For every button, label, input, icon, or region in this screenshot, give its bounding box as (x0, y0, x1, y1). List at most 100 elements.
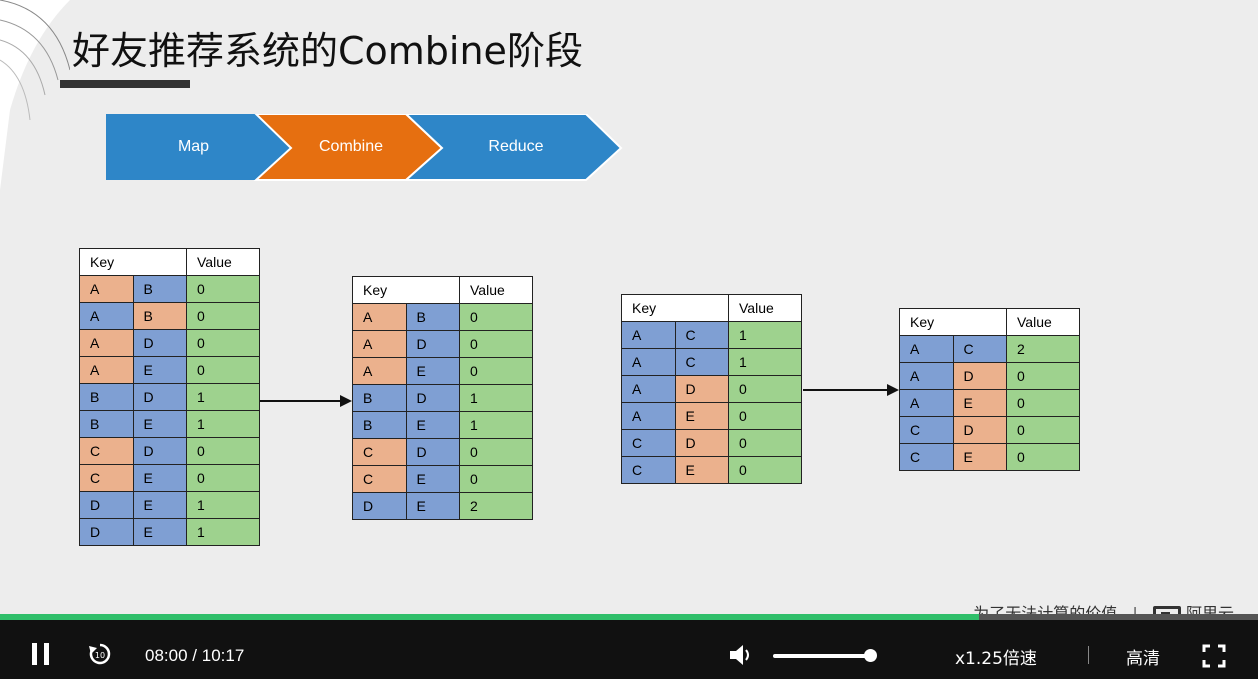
table-header-row: Key Value (899, 308, 1080, 336)
table-row: AB0 (79, 302, 260, 330)
value-cell: 0 (728, 402, 802, 430)
table-row: BD1 (79, 383, 260, 411)
table-row: BE1 (352, 411, 533, 439)
key-part-2: D (132, 437, 187, 465)
quality-button[interactable]: 高清 (1126, 644, 1160, 669)
table-row: AB0 (79, 275, 260, 303)
key-part-2: E (132, 491, 187, 519)
table-row: AE0 (899, 389, 1080, 417)
table-row: AD0 (899, 362, 1080, 390)
key-part-1: C (621, 456, 676, 484)
key-part-1: A (352, 357, 407, 385)
key-part-1: A (79, 356, 134, 384)
title-underline (60, 80, 190, 88)
value-cell: 0 (186, 437, 260, 465)
key-part-1: C (79, 464, 134, 492)
value-cell: 1 (186, 491, 260, 519)
divider (1088, 646, 1089, 664)
key-part-1: A (79, 275, 134, 303)
current-time: 08:00 (145, 646, 188, 665)
key-part-1: A (79, 329, 134, 357)
key-part-1: A (621, 321, 676, 349)
table-row: AB0 (352, 303, 533, 331)
slide: 好友推荐系统的Combine阶段 Map Combine Reduce Key V… (0, 0, 1258, 614)
key-part-2: E (952, 389, 1007, 417)
header-key: Key (79, 248, 187, 276)
key-part-2: E (132, 464, 187, 492)
volume-icon[interactable] (728, 643, 754, 667)
table-row: CD0 (79, 437, 260, 465)
value-cell: 0 (459, 303, 533, 331)
key-part-2: E (132, 410, 187, 438)
value-cell: 0 (186, 464, 260, 492)
key-part-1: D (79, 491, 134, 519)
playback-speed-button[interactable]: x1.25倍速 (955, 644, 1037, 669)
table-row: CE0 (352, 465, 533, 493)
value-cell: 1 (728, 348, 802, 376)
map-output-table: Key Value A B 0 A B 0 A D 0 A E 0 B D 1 B E 1 C D 0 C E 0 D E 1 D E 1 (79, 248, 260, 546)
table-row: CD0 (621, 429, 802, 457)
key-part-2: E (405, 465, 460, 493)
key-part-1: B (79, 383, 134, 411)
key-part-1: C (621, 429, 676, 457)
table-row: BE1 (79, 410, 260, 438)
key-part-2: E (132, 356, 187, 384)
value-cell: 1 (186, 383, 260, 411)
header-value: Value (728, 294, 802, 322)
header-value: Value (186, 248, 260, 276)
process-flow: Map Combine Reduce (106, 113, 626, 186)
key-part-1: C (352, 438, 407, 466)
arrow-icon (260, 395, 352, 407)
aliyun-logo-icon (1152, 605, 1181, 614)
key-part-2: C (952, 335, 1007, 363)
key-part-1: A (621, 348, 676, 376)
table-row: AD0 (352, 330, 533, 358)
key-part-2: D (952, 416, 1007, 444)
value-cell: 2 (1006, 335, 1080, 363)
key-part-2: C (674, 348, 729, 376)
key-part-1: D (79, 518, 134, 546)
key-part-1: C (899, 416, 954, 444)
header-key: Key (352, 276, 460, 304)
map-output-table-2: Key Value A C 1 A C 1 A D 0 A E 0 C D 0 C E 0 (621, 294, 802, 484)
key-part-2: D (405, 384, 460, 412)
value-cell: 1 (459, 384, 533, 412)
table-row: AE0 (79, 356, 260, 384)
table-row: CE0 (899, 443, 1080, 471)
key-part-2: E (674, 456, 729, 484)
key-part-2: B (132, 302, 187, 330)
key-part-2: B (132, 275, 187, 303)
key-part-1: C (352, 465, 407, 493)
table-row: BD1 (352, 384, 533, 412)
header-key: Key (899, 308, 1007, 336)
combine-output-table-2: Key Value A C 2 A D 0 A E 0 C D 0 C E 0 (899, 308, 1080, 471)
value-cell: 0 (186, 329, 260, 357)
value-cell: 0 (1006, 389, 1080, 417)
key-part-1: A (899, 335, 954, 363)
key-part-2: D (405, 438, 460, 466)
key-part-1: B (79, 410, 134, 438)
pause-icon[interactable] (31, 642, 51, 666)
fullscreen-icon[interactable] (1202, 644, 1226, 668)
volume-slider[interactable] (773, 654, 875, 658)
table-row: AE0 (621, 402, 802, 430)
value-cell: 1 (728, 321, 802, 349)
key-part-1: D (352, 492, 407, 520)
key-part-2: C (674, 321, 729, 349)
value-cell: 0 (459, 438, 533, 466)
key-part-2: D (132, 383, 187, 411)
table-header-row: Key Value (352, 276, 533, 304)
table-header-row: Key Value (79, 248, 260, 276)
value-cell: 0 (1006, 416, 1080, 444)
volume-handle[interactable] (863, 649, 877, 662)
value-cell: 1 (459, 411, 533, 439)
replay-10-icon[interactable]: 10 (88, 642, 112, 666)
value-cell: 0 (186, 356, 260, 384)
table-header-row: Key Value (621, 294, 802, 322)
value-cell: 0 (459, 465, 533, 493)
key-part-2: B (405, 303, 460, 331)
key-part-2: D (405, 330, 460, 358)
key-part-2: E (405, 357, 460, 385)
flow-step-reduce: Reduce (488, 138, 544, 155)
value-cell: 0 (728, 456, 802, 484)
